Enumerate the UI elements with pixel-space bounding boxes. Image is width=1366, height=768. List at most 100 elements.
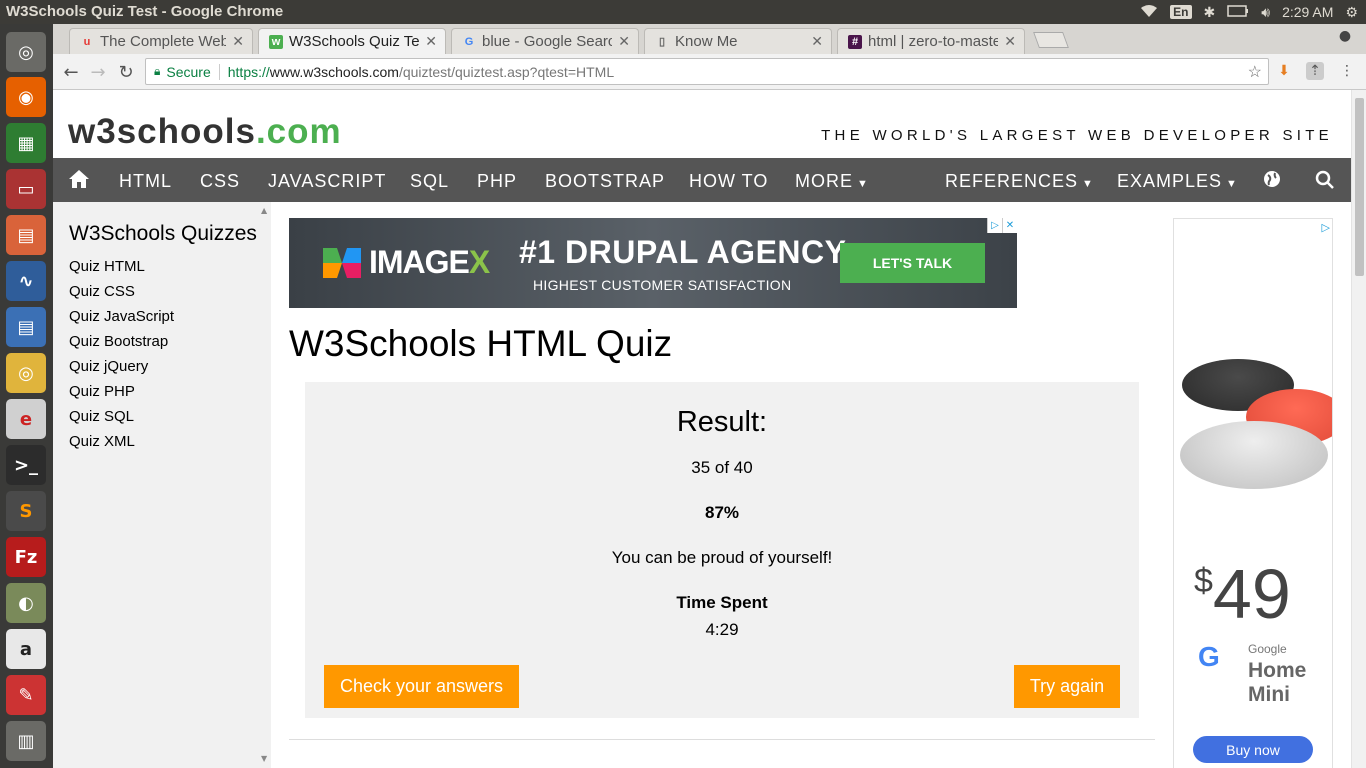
sidebar-item-quiz-sql[interactable]: Quiz SQL bbox=[69, 408, 134, 425]
close-icon[interactable]: ✕ bbox=[618, 33, 630, 50]
nav-html[interactable]: HTML bbox=[119, 171, 172, 192]
menu-icon[interactable]: ⋮ bbox=[1338, 62, 1356, 80]
product-line-2: Mini bbox=[1248, 683, 1290, 706]
unity-launcher: ◎ ◉ ▦ ▭ ▤ ∿ ▤ ◎ e >_ S Fz ◐ a ✎ ▥ bbox=[0, 24, 53, 768]
ad-brand-x: X bbox=[468, 244, 490, 280]
wifi-icon[interactable] bbox=[1140, 4, 1158, 21]
sidebar-item-quiz-javascript[interactable]: Quiz JavaScript bbox=[69, 308, 174, 325]
trash-icon[interactable]: ▥ bbox=[6, 721, 46, 761]
caret-down-icon: ▼ bbox=[857, 178, 869, 190]
forward-arrow-icon[interactable]: → bbox=[86, 60, 110, 84]
nav-bootstrap[interactable]: BOOTSTRAP bbox=[545, 171, 665, 192]
adchoices[interactable]: ▷ ✕ bbox=[987, 218, 1017, 233]
impress-icon[interactable]: ▤ bbox=[6, 215, 46, 255]
browser-toolbar: ← → ↻ 🔒︎ Secure https://www.w3schools.co… bbox=[53, 54, 1366, 90]
tab-google-search[interactable]: G blue - Google Searc ✕ bbox=[451, 28, 639, 54]
chrome-icon[interactable]: ◎ bbox=[6, 353, 46, 393]
home-icon[interactable] bbox=[68, 169, 90, 194]
try-again-button[interactable]: Try again bbox=[1014, 665, 1120, 708]
dash-icon[interactable]: ◎ bbox=[6, 32, 46, 72]
close-icon[interactable]: ✕ bbox=[425, 33, 437, 50]
extension-icon[interactable]: ⇡ bbox=[1306, 62, 1324, 80]
writer-icon[interactable]: ▤ bbox=[6, 307, 46, 347]
bluetooth-icon[interactable]: ✱ bbox=[1204, 4, 1216, 21]
settings-icon[interactable]: ✎ bbox=[6, 675, 46, 715]
sidebar-item-quiz-bootstrap[interactable]: Quiz Bootstrap bbox=[69, 333, 168, 350]
scrollbar-thumb[interactable] bbox=[1355, 98, 1364, 276]
monitor-icon[interactable]: ∿ bbox=[6, 261, 46, 301]
close-icon[interactable]: ✕ bbox=[232, 33, 244, 50]
logo-main: w3schools bbox=[68, 112, 256, 151]
buy-now-button[interactable]: Buy now bbox=[1193, 736, 1313, 763]
banner-ad[interactable]: IMAGEX #1 DRUPAL AGENCY HIGHEST CUSTOMER… bbox=[289, 218, 1017, 308]
ad-cta-button[interactable]: LET'S TALK bbox=[840, 243, 985, 283]
image-viewer-icon[interactable]: ◐ bbox=[6, 583, 46, 623]
download-icon[interactable]: ⬇ bbox=[1275, 62, 1293, 80]
site-logo[interactable]: w3schools.com bbox=[68, 112, 342, 152]
amazon-icon[interactable]: a bbox=[6, 629, 46, 669]
nav-php[interactable]: PHP bbox=[477, 171, 517, 192]
nav-references[interactable]: REFERENCES ▼ bbox=[945, 171, 1094, 192]
sidebar-item-quiz-php[interactable]: Quiz PHP bbox=[69, 383, 135, 400]
nav-css[interactable]: CSS bbox=[200, 171, 240, 192]
ad-headline: #1 DRUPAL AGENCY bbox=[519, 234, 847, 270]
keyboard-layout-indicator[interactable]: En bbox=[1170, 5, 1192, 19]
close-icon[interactable]: ✕ bbox=[811, 33, 823, 50]
e-icon[interactable]: e bbox=[6, 399, 46, 439]
files-icon[interactable]: ▭ bbox=[6, 169, 46, 209]
scroll-up-icon[interactable]: ▲ bbox=[261, 206, 267, 215]
check-answers-button[interactable]: Check your answers bbox=[324, 665, 519, 708]
sidebar-item-quiz-css[interactable]: Quiz CSS bbox=[69, 283, 135, 300]
nav-javascript[interactable]: JAVASCRIPT bbox=[268, 171, 386, 192]
tab-strip: u The Complete Web ✕ w W3Schools Quiz Te… bbox=[53, 24, 1366, 54]
back-arrow-icon[interactable]: ← bbox=[59, 60, 83, 84]
globe-icon[interactable] bbox=[1263, 170, 1281, 193]
terminal-icon[interactable]: >_ bbox=[6, 445, 46, 485]
sidebar-item-quiz-xml[interactable]: Quiz XML bbox=[69, 433, 135, 450]
logo-tld: .com bbox=[255, 112, 342, 151]
ad-brand: Google bbox=[1248, 642, 1287, 656]
calc-icon[interactable]: ▦ bbox=[6, 123, 46, 163]
price-value: 49 bbox=[1212, 555, 1291, 633]
udemy-icon: u bbox=[83, 35, 91, 48]
scroll-down-icon[interactable]: ▼ bbox=[261, 754, 267, 763]
tab-know-me[interactable]: ▯ Know Me ✕ bbox=[644, 28, 832, 54]
nav-examples[interactable]: EXAMPLES ▼ bbox=[1117, 171, 1238, 192]
close-icon[interactable]: ✕ bbox=[1004, 33, 1016, 50]
page-scrollbar[interactable] bbox=[1351, 90, 1366, 768]
page-title: W3Schools HTML Quiz bbox=[289, 323, 673, 364]
clock[interactable]: 2:29 AM bbox=[1282, 4, 1333, 20]
new-tab-button[interactable] bbox=[1033, 32, 1069, 48]
percent-text: 87% bbox=[704, 503, 740, 522]
address-bar[interactable]: 🔒︎ Secure https://www.w3schools.com/quiz… bbox=[145, 58, 1269, 85]
tab-udemy[interactable]: u The Complete Web ✕ bbox=[69, 28, 253, 54]
sidebar-item-quiz-jquery[interactable]: Quiz jQuery bbox=[69, 358, 148, 375]
search-icon[interactable] bbox=[1315, 170, 1335, 195]
close-icon[interactable]: ✕ bbox=[1002, 218, 1017, 233]
nav-more[interactable]: MORE ▼ bbox=[795, 171, 869, 192]
filezilla-icon[interactable]: Fz bbox=[6, 537, 46, 577]
nav-how-to[interactable]: HOW TO bbox=[689, 171, 768, 192]
product-line-1: Home bbox=[1248, 659, 1307, 682]
gear-icon[interactable]: ⚙ bbox=[1345, 4, 1358, 21]
adchoices-icon[interactable]: ▷ bbox=[1322, 221, 1330, 234]
tab-slack[interactable]: # html | zero-to-maste ✕ bbox=[837, 28, 1025, 54]
url-path: /quiztest/quiztest.asp?qtest=HTML bbox=[398, 63, 615, 80]
adchoices-icon[interactable]: ▷ bbox=[987, 218, 1002, 233]
sidebar-item-quiz-html[interactable]: Quiz HTML bbox=[69, 258, 145, 275]
profile-icon[interactable]: ● bbox=[1334, 28, 1356, 46]
side-ad[interactable]: ▷ $49 G Google Home Mini Buy now bbox=[1173, 218, 1333, 768]
reload-icon[interactable]: ↻ bbox=[114, 60, 138, 84]
top-nav: HTML CSS JAVASCRIPT SQL PHP BOOTSTRAP HO… bbox=[53, 158, 1351, 202]
volume-icon[interactable]: 🔊︎ bbox=[1261, 4, 1270, 21]
tab-w3schools-quiz[interactable]: w W3Schools Quiz Te ✕ bbox=[258, 28, 446, 54]
system-tray: En ✱ 🔊︎ 2:29 AM ⚙ bbox=[1140, 0, 1358, 24]
product-name: Home Mini bbox=[1248, 659, 1306, 707]
battery-icon[interactable] bbox=[1227, 4, 1249, 20]
result-heading: Result: bbox=[676, 406, 768, 438]
firefox-icon[interactable]: ◉ bbox=[6, 77, 46, 117]
nav-sql[interactable]: SQL bbox=[410, 171, 449, 192]
nav-examples-label: EXAMPLES bbox=[1117, 171, 1223, 191]
star-icon[interactable]: ☆ bbox=[1248, 62, 1262, 82]
sublime-icon[interactable]: S bbox=[6, 491, 46, 531]
